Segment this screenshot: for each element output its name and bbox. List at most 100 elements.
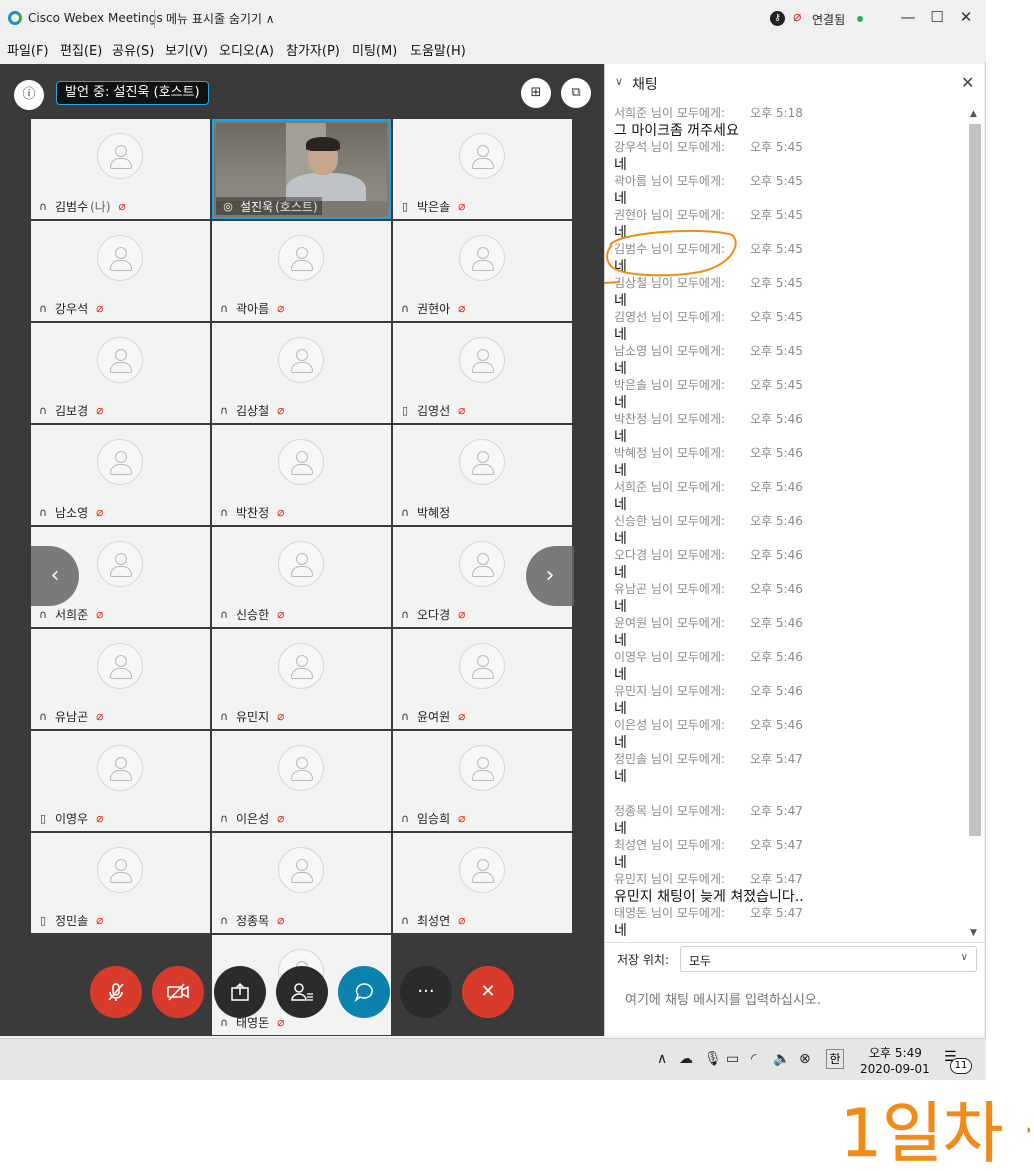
clock-time[interactable]: 오후 5:49 (869, 1044, 922, 1061)
participant-tile[interactable]: ∩ 유민지 ⌀ (212, 629, 391, 729)
close-window-button[interactable]: ✕ (955, 6, 977, 28)
chat-message: 박혜정 님이 모두에게: 오후 5:46 네 (605, 444, 967, 479)
chat-button[interactable] (338, 966, 390, 1018)
participant-tile[interactable]: ▯ 정민솔 ⌀ (31, 833, 210, 933)
participant-tile[interactable]: ∩ 강우석 ⌀ (31, 221, 210, 321)
participant-tile[interactable]: ∩ 김범수 (나) ⌀ (31, 119, 210, 219)
avatar-placeholder-icon (278, 337, 324, 383)
mute-tray-icon[interactable]: ⊗ (799, 1051, 811, 1067)
headset-icon: ∩ (38, 403, 48, 417)
meeting-info-button[interactable]: ⓘ (14, 80, 44, 110)
close-chat-icon[interactable]: ✕ (961, 73, 974, 92)
chat-message-text: 네 (614, 157, 627, 173)
sender-label: 오다경 님이 모두에게: (614, 548, 726, 562)
clock-date[interactable]: 2020-09-01 (860, 1062, 930, 1076)
chat-message-sender: 남소영 님이 모두에게: 오후 5:45 (614, 342, 803, 359)
sender-label: 남소영 님이 모두에게: (614, 344, 726, 358)
chat-message-sender: 유남곤 님이 모두에게: 오후 5:46 (614, 580, 803, 597)
participant-tile[interactable]: ∩ 박혜정 (393, 425, 572, 525)
participant-tile[interactable]: ∩ 신승한 ⌀ (212, 527, 391, 627)
participant-name-bar: ◎ 설진욱 (호스트) (216, 197, 322, 215)
participant-tile[interactable]: ∩ 윤여원 ⌀ (393, 629, 572, 729)
participant-tile[interactable]: ◎ 설진욱 (호스트) (212, 119, 391, 219)
menu-meeting[interactable]: 미팅(M) (352, 40, 397, 59)
leave-meeting-button[interactable]: ✕ (462, 966, 514, 1018)
maximize-button[interactable]: ☐ (926, 6, 948, 28)
share-icon (231, 982, 249, 1001)
chat-message-text: 네 (614, 191, 627, 207)
menu-edit[interactable]: 편집(E) (60, 40, 102, 59)
participant-name: 이영우 (55, 811, 89, 826)
more-options-button[interactable]: ··· (400, 966, 452, 1018)
share-button[interactable] (214, 966, 266, 1018)
send-to-select[interactable]: 모두 ∨ (680, 946, 977, 972)
sender-label: 유남곤 님이 모두에게: (614, 582, 726, 596)
avatar-placeholder-icon (459, 847, 505, 893)
participant-name-bar: ∩ 유민지 ⌀ (216, 707, 284, 725)
chat-message: 신승한 님이 모두에게: 오후 5:46 네 (605, 512, 967, 547)
chat-message-text: 네 (614, 531, 627, 547)
volume-icon[interactable]: 🔈 (773, 1051, 790, 1067)
menu-share[interactable]: 공유(S) (112, 40, 154, 59)
hide-menu-toggle[interactable]: 메뉴 표시줄 숨기기 ∧ (166, 10, 275, 27)
sender-label: 서희준 님이 모두에게: (614, 106, 726, 120)
ime-indicator[interactable]: 한 (826, 1049, 844, 1069)
video-off-icon (167, 983, 189, 1001)
scrollbar-thumb[interactable] (969, 124, 981, 836)
minimize-button[interactable]: — (897, 6, 919, 28)
participant-tile[interactable]: ▯ 이영우 ⌀ (31, 731, 210, 831)
mic-tray-icon[interactable]: 🎙 (704, 1051, 722, 1067)
participant-name: 최성연 (417, 913, 451, 928)
chat-message-text: 유민지 채팅이 늦게 쳐졌습니다.. (614, 889, 804, 905)
video-button[interactable] (152, 966, 204, 1018)
tray-expand-icon[interactable]: ∧ (657, 1051, 667, 1067)
handwritten-note: 1일차 출 (840, 1095, 1030, 1170)
chat-message-input[interactable] (617, 980, 972, 1020)
participant-name-bar: ∩ 곽아름 ⌀ (216, 299, 284, 317)
participant-tile[interactable]: ∩ 최성연 ⌀ (393, 833, 572, 933)
menu-file[interactable]: 파일(F) (7, 40, 49, 59)
chat-scrollbar[interactable]: ▲ ▼ (967, 108, 983, 940)
scroll-down-icon[interactable]: ▼ (970, 928, 977, 938)
participant-name-bar: ▯ 이영우 ⌀ (35, 809, 103, 827)
message-time: 오후 5:46 (750, 480, 803, 494)
participant-name-bar: ∩ 임승희 ⌀ (397, 809, 465, 827)
chat-icon (354, 983, 373, 1003)
participant-tile[interactable]: ∩ 김상철 ⌀ (212, 323, 391, 423)
participant-tile[interactable]: ∩ 임승희 ⌀ (393, 731, 572, 831)
webex-window: Cisco Webex Meetings 메뉴 표시줄 숨기기 ∧ ⚷ ⌀ 연결… (0, 0, 986, 1080)
participant-tile[interactable]: ∩ 이은성 ⌀ (212, 731, 391, 831)
cloud-icon[interactable]: ☁ (679, 1051, 693, 1067)
participant-tile[interactable]: ∩ 김보경 ⌀ (31, 323, 210, 423)
mute-button[interactable] (90, 966, 142, 1018)
muted-mic-icon: ⌀ (277, 811, 285, 825)
participant-tile[interactable]: ▯ 김영선 ⌀ (393, 323, 572, 423)
participant-tile[interactable]: ∩ 정종목 ⌀ (212, 833, 391, 933)
chat-message-text: 네 (614, 429, 627, 445)
popout-button[interactable]: ⧉ (561, 78, 591, 108)
wifi-icon[interactable]: ◜ (751, 1051, 756, 1067)
chat-message-text: 네 (614, 293, 627, 309)
host-video-feed (216, 123, 387, 201)
muted-mic-icon: ⌀ (96, 811, 104, 825)
participant-tile[interactable]: ∩ 남소영 ⌀ (31, 425, 210, 525)
participant-tile[interactable]: ▯ 박은솔 ⌀ (393, 119, 572, 219)
battery-icon[interactable]: ▭ (726, 1051, 739, 1067)
participant-tile[interactable]: ∩ 권현아 ⌀ (393, 221, 572, 321)
notification-count[interactable]: 11 (950, 1058, 972, 1074)
chat-message: 곽아름 님이 모두에게: 오후 5:45 네 (605, 172, 967, 207)
menu-participants[interactable]: 참가자(P) (286, 40, 340, 59)
participant-tile[interactable]: ∩ 곽아름 ⌀ (212, 221, 391, 321)
scroll-up-icon[interactable]: ▲ (970, 109, 977, 119)
collapse-chevron-icon[interactable]: ∨ (615, 75, 623, 88)
menu-view[interactable]: 보기(V) (165, 40, 208, 59)
grid-layout-button[interactable]: ⊞ (521, 78, 551, 108)
participant-tile[interactable]: ∩ 박찬정 ⌀ (212, 425, 391, 525)
chat-divider (605, 942, 985, 943)
participants-button[interactable] (276, 966, 328, 1018)
participant-name: 윤여원 (417, 709, 451, 724)
participant-tile[interactable]: ∩ 유남곤 ⌀ (31, 629, 210, 729)
menu-audio[interactable]: 오디오(A) (219, 40, 274, 59)
chat-message-sender: 박혜정 님이 모두에게: 오후 5:46 (614, 444, 803, 461)
menu-help[interactable]: 도움말(H) (410, 40, 466, 59)
